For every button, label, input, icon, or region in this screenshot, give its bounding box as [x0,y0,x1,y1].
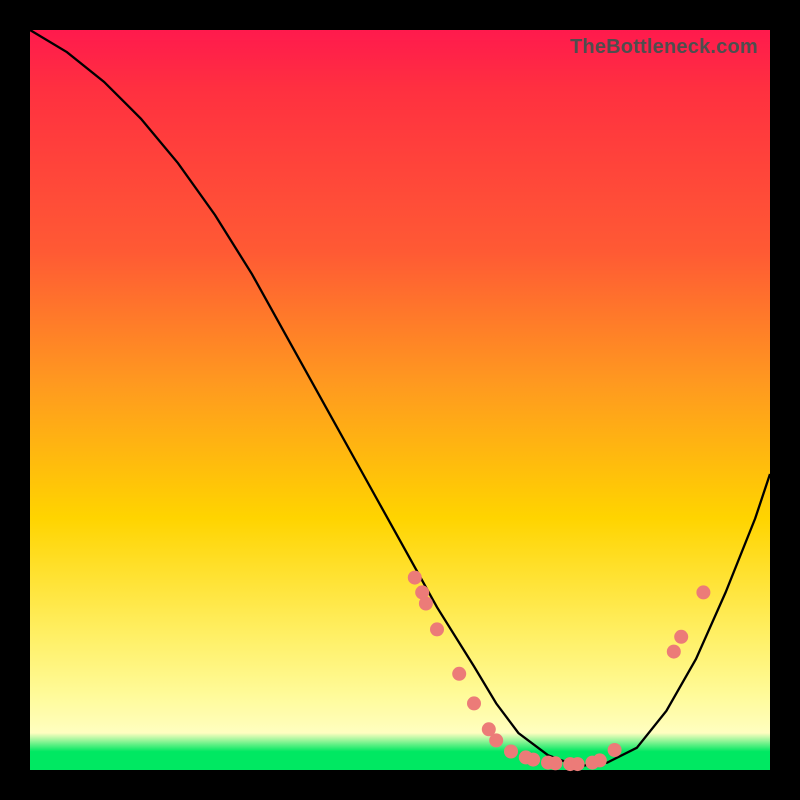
scatter-dot [526,753,540,767]
bottleneck-curve [30,30,770,766]
chart-stage: TheBottleneck.com [0,0,800,800]
scatter-dot [667,645,681,659]
scatter-dot [430,622,444,636]
scatter-dot [674,630,688,644]
scatter-dot [696,585,710,599]
scatter-points [408,571,711,772]
scatter-dot [504,745,518,759]
scatter-dot [419,597,433,611]
scatter-dot [548,756,562,770]
chart-svg [30,30,770,770]
scatter-dot [571,757,585,771]
scatter-dot [452,667,466,681]
scatter-dot [593,753,607,767]
scatter-dot [489,733,503,747]
scatter-dot [608,743,622,757]
plot-area: TheBottleneck.com [30,30,770,770]
scatter-dot [467,696,481,710]
scatter-dot [408,571,422,585]
